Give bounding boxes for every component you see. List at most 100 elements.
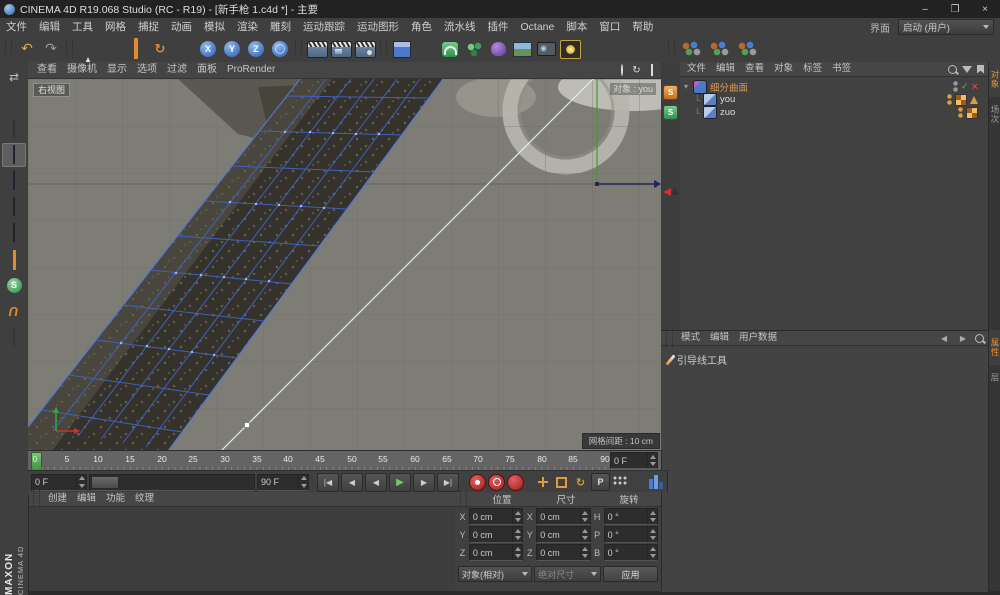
texture-mode-icon[interactable] (2, 117, 26, 141)
viewport-menu-display[interactable]: 显示 (102, 62, 132, 78)
autokey-button[interactable] (488, 474, 505, 491)
stepper-down-icon[interactable] (648, 461, 657, 469)
stepper-up-icon[interactable] (648, 453, 657, 461)
selection-tag-icon[interactable] (970, 96, 978, 104)
menu-plugins[interactable]: 插件 (482, 18, 515, 36)
menu-mograph[interactable]: 运动图形 (351, 18, 405, 36)
menu-octane[interactable]: Octane (515, 18, 561, 36)
points-mode-icon[interactable] (2, 143, 26, 167)
viewport-menu-view[interactable]: 查看 (32, 62, 62, 78)
om-menu-view[interactable]: 查看 (740, 62, 769, 76)
viewport-menu-panel[interactable]: 面板 (192, 62, 222, 78)
tab-layers[interactable]: 层 (989, 365, 1000, 391)
tab-attributes[interactable]: 属性 (989, 330, 1000, 365)
menu-render[interactable]: 渲染 (231, 18, 264, 36)
visibility-dots-icon[interactable] (953, 81, 958, 92)
viewport-solo-icon[interactable]: S (2, 273, 26, 297)
undo-icon[interactable] (16, 38, 38, 60)
object-name[interactable]: you (720, 94, 735, 105)
s-green-badge-icon[interactable]: S (663, 104, 679, 120)
maximize-button[interactable]: ❐ (940, 1, 970, 18)
layout-spheres-icon[interactable] (680, 40, 704, 58)
am-menu-mode[interactable]: 模式 (676, 331, 705, 345)
layout-dropdown[interactable]: 启动 (用户) (898, 19, 994, 35)
menu-animate[interactable]: 动画 (165, 18, 198, 36)
rotation-b-field[interactable]: 0 ° (604, 544, 658, 561)
render-view-icon[interactable] (306, 38, 328, 60)
om-menu-bookmarks[interactable]: 书签 (827, 62, 856, 76)
am-menu-userdata[interactable]: 用户数据 (734, 331, 782, 345)
goto-end-button[interactable] (437, 473, 459, 492)
search-icon[interactable] (948, 65, 957, 74)
layout-spheres-icon[interactable] (708, 40, 732, 58)
object-row-you[interactable]: └ you (680, 93, 988, 106)
play-button[interactable] (389, 473, 411, 492)
spline-pen-icon[interactable] (415, 38, 437, 60)
om-menu-edit[interactable]: 编辑 (711, 62, 740, 76)
menu-window[interactable]: 窗口 (593, 18, 626, 36)
spheres-blue-red-icon[interactable] (663, 164, 679, 180)
rotate-view-icon[interactable] (630, 64, 643, 76)
xyz-axes-icon[interactable] (663, 204, 679, 220)
render-picture-viewer-icon[interactable] (330, 38, 352, 60)
previous-frame-button[interactable] (365, 473, 387, 492)
enable-axis-icon[interactable] (2, 247, 26, 271)
record-keyframe-button[interactable] (469, 474, 486, 491)
camera-icon[interactable] (535, 38, 557, 60)
toggle-view-icon[interactable] (645, 64, 658, 76)
timeline-ruler[interactable]: 0 5 10 15 20 25 30 35 40 45 50 55 60 65 … (28, 450, 662, 471)
viewport-canvas[interactable] (28, 79, 661, 451)
tab-takes[interactable]: 场次 (989, 97, 1000, 132)
size-x-field[interactable]: 0 cm (536, 508, 590, 525)
record-rotation-toggle[interactable] (572, 474, 589, 490)
position-x-field[interactable]: 0 cm (469, 508, 523, 525)
record-position-toggle[interactable] (534, 474, 551, 490)
rotate-tool-icon[interactable] (149, 38, 171, 60)
primitive-cube-icon[interactable] (391, 38, 413, 60)
next-frame-button[interactable] (413, 473, 435, 492)
deformer-icon[interactable] (487, 38, 509, 60)
mograph-icon[interactable] (463, 38, 485, 60)
lock-z-axis-icon[interactable]: Z (245, 38, 267, 60)
keyframe-selection-record-button[interactable] (507, 474, 524, 491)
menu-edit[interactable]: 编辑 (33, 18, 66, 36)
am-menu-edit[interactable]: 编辑 (705, 331, 734, 345)
palette-grip[interactable] (33, 490, 40, 508)
wrench-icon[interactable] (663, 64, 679, 80)
lock-y-axis-icon[interactable]: Y (221, 38, 243, 60)
workplane-icon[interactable] (2, 325, 26, 349)
menu-snap[interactable]: 捕捉 (132, 18, 165, 36)
size-mode-dropdown[interactable]: 绝对尺寸 (534, 566, 601, 582)
mat-menu-texture[interactable]: 纹理 (130, 492, 159, 506)
menu-motion-tracker[interactable]: 运动跟踪 (297, 18, 351, 36)
live-selection-icon[interactable] (77, 38, 99, 60)
position-y-field[interactable]: 0 cm (469, 526, 523, 543)
move-tool-icon[interactable] (101, 38, 123, 60)
menu-script[interactable]: 脚本 (560, 18, 593, 36)
history-forward-icon[interactable]: ▶ (956, 332, 970, 344)
disabled-x-icon[interactable] (972, 81, 978, 93)
ruler-frame-field[interactable]: 0 F (610, 452, 658, 469)
palette-grip[interactable] (380, 40, 387, 58)
close-button[interactable]: × (970, 1, 1000, 18)
current-frame-field[interactable]: 0 F (31, 474, 87, 491)
tab-objects[interactable]: 对象 (989, 62, 1000, 97)
apply-button[interactable]: 应用 (603, 566, 658, 582)
s-orange-badge-icon[interactable]: S (663, 84, 679, 100)
mat-menu-function[interactable]: 功能 (101, 492, 130, 506)
layout-spheres-icon[interactable] (736, 40, 760, 58)
record-parameter-toggle[interactable]: P (591, 473, 610, 491)
menu-pipeline[interactable]: 流水线 (438, 18, 482, 36)
om-menu-objects[interactable]: 对象 (769, 62, 798, 76)
rotation-p-field[interactable]: 0 ° (604, 526, 658, 543)
model-mode-icon[interactable] (2, 91, 26, 115)
previous-key-button[interactable] (341, 473, 363, 492)
mat-menu-edit[interactable]: 编辑 (72, 492, 101, 506)
polygons-mode-icon[interactable] (2, 195, 26, 219)
viewport-menu-options[interactable]: 选项 (132, 62, 162, 78)
recent-tool-icon[interactable] (173, 38, 195, 60)
rotation-h-field[interactable]: 0 ° (604, 508, 658, 525)
xy-axes-icon[interactable] (663, 184, 679, 200)
menu-tools[interactable]: 工具 (66, 18, 99, 36)
make-editable-icon[interactable] (2, 65, 26, 89)
